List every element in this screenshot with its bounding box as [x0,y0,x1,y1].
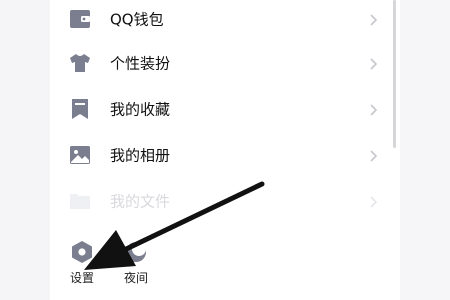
menu-item-label: 我的收藏 [110,100,171,119]
scrollbar[interactable] [393,0,396,148]
chevron-right-icon [368,194,378,208]
menu-item-label: 我的相册 [110,146,171,165]
settings-button[interactable]: 设置 [62,236,102,292]
menu-item-label: QQ钱包 [110,10,164,29]
night-mode-button[interactable]: 夜间 [116,236,156,292]
bookmark-icon [69,98,91,120]
menu-item-album[interactable]: 我的相册 [50,132,390,178]
menu-item-files[interactable]: 我的文件 [50,178,390,224]
chevron-right-icon [368,148,378,162]
left-background-strip [0,0,50,300]
night-mode-label: 夜间 [123,271,148,285]
wallet-icon [69,8,91,30]
settings-label: 设置 [69,271,94,285]
menu-item-personalize[interactable]: 个性装扮 [50,40,390,86]
moon-icon [124,240,148,264]
chevron-right-icon [368,56,378,70]
photo-album-icon [69,144,91,166]
settings-hexagon-icon [70,240,94,264]
qq-side-menu-screen: QQ钱包 个性装扮 我的收藏 我的相册 我的文件 设置 夜间 [0,0,450,300]
shirt-icon [69,52,91,74]
menu-item-label: 我的文件 [110,192,171,211]
chevron-right-icon [368,102,378,116]
right-background-strip [400,0,450,300]
menu-item-qq-wallet[interactable]: QQ钱包 [50,0,390,42]
folder-icon [69,190,91,212]
menu-item-label: 个性装扮 [110,54,171,73]
chevron-right-icon [368,12,378,26]
menu-item-favorites[interactable]: 我的收藏 [50,86,390,132]
